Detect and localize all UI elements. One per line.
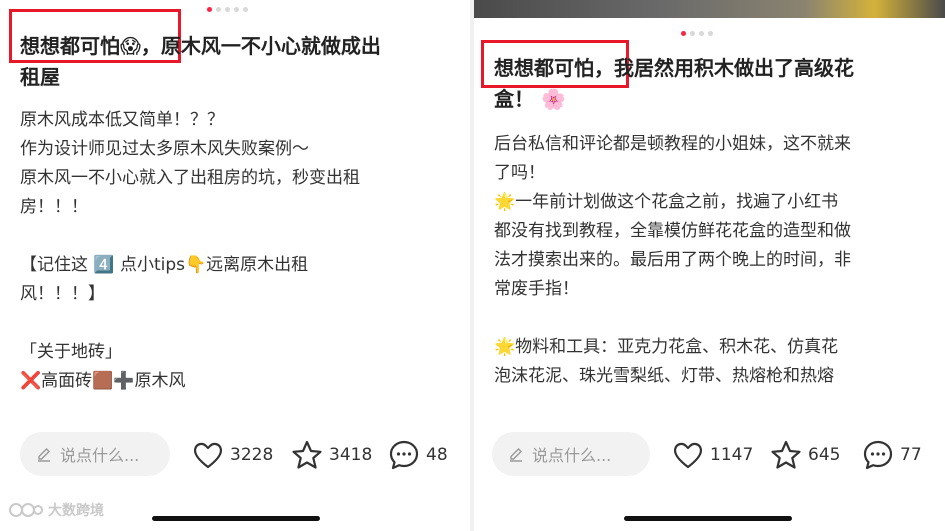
comment-button[interactable]: 77 (862, 438, 922, 472)
pencil-icon (38, 448, 50, 462)
heart-icon (194, 442, 222, 469)
carousel-dot (216, 7, 221, 12)
heart-icon (674, 442, 702, 469)
collect-count: 645 (808, 445, 841, 465)
post-body: 原木风成本低又简单！？？ 作为设计师见过太多原木风失败案例～ 原木风一不小心就入… (20, 110, 360, 391)
carousel-dot (708, 31, 713, 36)
comment-count: 77 (900, 445, 922, 465)
like-button[interactable]: 1147 (672, 438, 753, 472)
comment-input[interactable]: 说点什么... (492, 432, 650, 476)
comment-placeholder: 说点什么... (532, 446, 612, 465)
like-button[interactable]: 3228 (192, 438, 273, 472)
carousel-indicator (207, 7, 248, 13)
like-count: 1147 (710, 445, 754, 465)
carousel-dot (690, 31, 695, 36)
carousel-dot (243, 7, 248, 12)
post-title-line: 盒！ 🌸 (494, 87, 566, 111)
collect-count: 3418 (329, 445, 373, 465)
collect-button[interactable]: 645 (770, 438, 840, 472)
collect-button[interactable]: 3418 (291, 438, 372, 472)
carousel-indicator (681, 31, 713, 37)
carousel-dot-active (207, 7, 212, 12)
carousel-dot (699, 31, 704, 36)
like-count: 3228 (230, 445, 274, 465)
post-title: 想想都可怕😱，原木风一不小心就做成出 租屋 (20, 31, 460, 93)
watermark-logo-icon (9, 503, 43, 517)
watermark-text: 大数跨境 (48, 503, 104, 519)
post-body: 后台私信和评论都是顿教程的小姐妹，这不就来 了吗！ 🌟一年前计划做这个花盒之前，… (494, 134, 851, 386)
pencil-icon (510, 448, 522, 462)
comment-count: 48 (426, 445, 448, 465)
post-title-line: 租屋 (20, 65, 60, 89)
home-indicator[interactable] (624, 516, 792, 521)
comment-bubble-icon (863, 440, 893, 470)
post-title: 想想都可怕，我居然用积木做出了高级花 盒！ 🌸 (494, 53, 934, 115)
right-post: 想想都可怕，我居然用积木做出了高级花 盒！ 🌸 后台私信和评论都是顿教程的小姐妹… (474, 0, 945, 531)
post-image-edge (474, 0, 945, 18)
watermark: 大数跨境 (8, 500, 104, 520)
post-title-line: 想想都可怕，我居然用积木做出了高级花 (494, 56, 854, 80)
star-icon (771, 440, 801, 469)
comment-button[interactable]: 48 (388, 438, 448, 472)
carousel-dot (234, 7, 239, 12)
post-title-line: 想想都可怕😱，原木风一不小心就做成出 (20, 34, 381, 58)
comment-bubble-icon (389, 440, 419, 470)
carousel-dot-active (681, 31, 686, 36)
carousel-dot (225, 7, 230, 12)
comment-placeholder: 说点什么... (60, 446, 140, 465)
star-icon (292, 440, 322, 469)
comment-input[interactable]: 说点什么... (20, 432, 170, 476)
left-post: 想想都可怕😱，原木风一不小心就做成出 租屋 原木风成本低又简单！？？ 作为设计师… (0, 0, 470, 531)
home-indicator[interactable] (152, 516, 320, 521)
